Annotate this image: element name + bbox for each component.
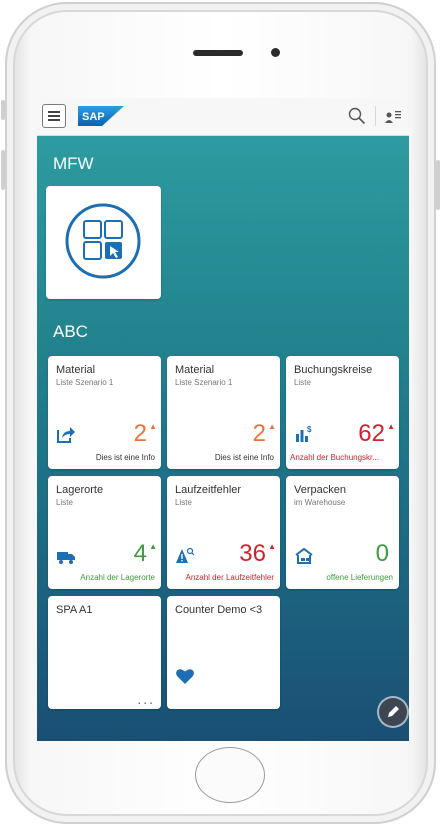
side-button (1, 150, 5, 190)
trend-up-icon: ▲ (387, 422, 395, 431)
tile-title: Lagerorte (56, 484, 104, 496)
front-camera (271, 48, 280, 57)
tile-subtitle: Liste Szenario 1 (175, 378, 233, 387)
tile-verpacken[interactable]: Verpacken im Warehouse 0 offene Lieferun… (286, 476, 399, 589)
tile-material-2[interactable]: Material Liste Szenario 1 2 ▲ Dies ist e… (167, 356, 280, 469)
tile-footer: Dies ist eine Info (95, 453, 155, 462)
menu-button[interactable] (42, 104, 66, 128)
app-launcher-tile[interactable] (46, 186, 161, 299)
svg-text:$: $ (307, 425, 312, 434)
home-button[interactable] (195, 747, 265, 803)
speaker-grille (193, 50, 243, 56)
tile-lagerorte[interactable]: Lagerorte Liste 4 ▲ Anzahl der Lagerorte (48, 476, 161, 589)
heart-icon (176, 669, 194, 684)
group-title-abc: ABC (53, 322, 88, 341)
side-button (436, 160, 440, 210)
truck-icon (57, 552, 75, 564)
tile-footer: Anzahl der Lagerorte (80, 573, 155, 582)
tile-kpi-value: 4 (133, 540, 147, 567)
trend-up-icon: ▲ (268, 542, 276, 551)
trend-up-icon: ▲ (149, 422, 157, 431)
tile-footer: Anzahl der Buchungskr... (290, 453, 379, 462)
tile-footer: Anzahl der Laufzeitfehler (185, 573, 275, 582)
tile-material-1[interactable]: Material Liste Szenario 1 2 ▲ Dies ist e… (48, 356, 161, 469)
warehouse-icon (295, 547, 313, 564)
menu-icon (48, 115, 60, 117)
tile-footer: offene Lieferungen (326, 573, 393, 582)
tile-footer: ... (137, 691, 155, 707)
tile-footer: Dies ist eine Info (214, 453, 274, 462)
tile-kpi-value: 36 (239, 540, 266, 567)
tile-title: SPA A1 (56, 604, 93, 616)
trend-up-icon: ▲ (268, 422, 276, 431)
tile-kpi-value: 62 (358, 420, 385, 447)
tile-title: Material (175, 364, 215, 376)
tile-title: Buchungskreise (294, 364, 373, 376)
tile-kpi-value: 2 (133, 420, 147, 447)
app-screen: SAP MFW ABC Material Liste Szenario 1 2 … (37, 98, 409, 741)
warning-search-icon (176, 547, 195, 563)
tile-subtitle: Liste Szenario 1 (56, 378, 114, 387)
side-button (1, 100, 5, 120)
sap-logo-text: SAP (82, 111, 105, 123)
bar-chart-dollar-icon: $ (296, 425, 312, 442)
trend-up-icon: ▲ (149, 542, 157, 551)
pencil-icon (388, 706, 399, 717)
share-icon (57, 427, 75, 443)
tile-counter-demo[interactable]: Counter Demo <3 (167, 596, 280, 709)
sap-logo[interactable]: SAP (78, 106, 124, 126)
group-title-mfw: MFW (53, 154, 94, 173)
shell-bar: SAP (37, 98, 409, 136)
search-icon[interactable] (348, 107, 366, 125)
tile-kpi-value: 2 (252, 420, 266, 447)
tile-title: Laufzeitfehler (175, 484, 242, 496)
tile-title: Material (56, 364, 96, 376)
edit-button[interactable] (379, 698, 407, 726)
tile-title: Counter Demo <3 (175, 604, 263, 616)
menu-icon (48, 119, 60, 121)
tile-laufzeitfehler[interactable]: Laufzeitfehler Liste 36 ▲ Anzahl der Lau… (167, 476, 280, 589)
menu-icon (48, 111, 60, 113)
tile-subtitle: Liste (175, 498, 192, 507)
launchpad-grid-icon (65, 203, 141, 279)
user-menu-icon[interactable] (384, 107, 402, 125)
tile-subtitle: Liste (294, 378, 311, 387)
tile-buchungskreise[interactable]: Buchungskreise Liste $ 62 ▲ Anzahl der B… (286, 356, 399, 469)
tile-spa-a1[interactable]: SPA A1 ... (48, 596, 161, 709)
tile-subtitle: Liste (56, 498, 73, 507)
tile-title: Verpacken (294, 484, 346, 496)
tile-kpi-value: 0 (375, 540, 389, 567)
tile-subtitle: im Warehouse (294, 498, 346, 507)
shell-separator (375, 106, 376, 126)
